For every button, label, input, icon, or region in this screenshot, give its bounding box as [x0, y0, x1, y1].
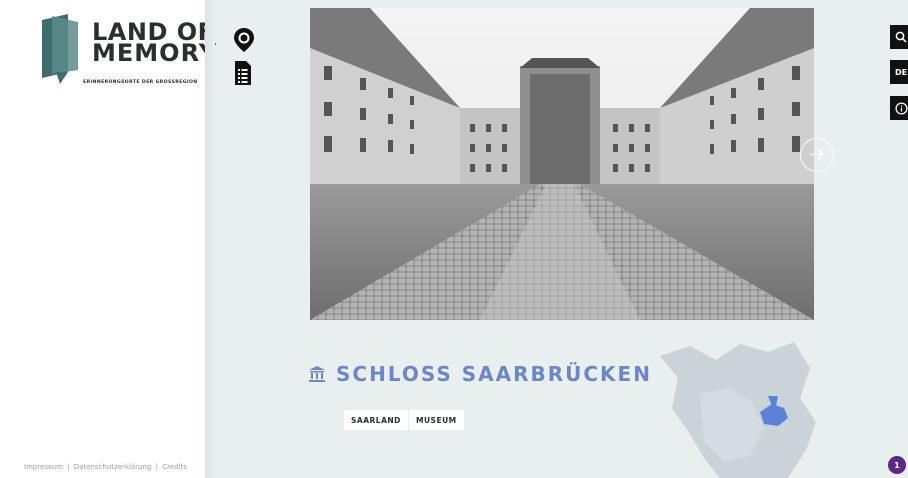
logo-line-2: MEMORY — [92, 39, 218, 67]
search-icon — [895, 31, 907, 43]
list-document-icon[interactable] — [234, 60, 256, 85]
language-switch[interactable]: DE — [890, 60, 908, 84]
next-image-button[interactable] — [800, 138, 834, 172]
logo-mark-icon — [42, 14, 78, 84]
sidebar: LAND OF MEMORY ERINNERUNGSORTE DER GROSS… — [0, 0, 216, 478]
sidebar-edge — [205, 0, 215, 478]
land-of-memory-logo[interactable]: LAND OF MEMORY ERINNERUNGSORTE DER GROSS… — [38, 14, 216, 86]
footer-separator: | — [67, 463, 70, 471]
footer-link-privacy[interactable]: Datenschutzerklärung — [74, 463, 152, 471]
place-header: SCHLOSS SAARBRÜCKEN — [308, 362, 652, 386]
info-icon — [894, 101, 908, 115]
page-title: SCHLOSS SAARBRÜCKEN — [336, 362, 652, 386]
chevron-right-icon — [810, 148, 825, 161]
logo-wordmark: LAND OF MEMORY — [92, 20, 218, 67]
tag-saarland[interactable]: SAARLAND — [344, 410, 408, 430]
footer-link-credits[interactable]: Credits — [162, 463, 187, 471]
tag-museum[interactable]: MUSEUM — [409, 410, 464, 430]
logo-subtitle: ERINNERUNGSORTE DER GROSSREGION — [83, 80, 198, 85]
footer-separator: | — [155, 463, 158, 471]
map-pin-icon[interactable] — [233, 27, 255, 52]
info-button[interactable] — [890, 96, 908, 120]
hero-photo — [310, 8, 814, 320]
region-map — [660, 342, 816, 478]
museum-icon — [309, 366, 325, 382]
footer-link-impressum[interactable]: Impressum — [24, 463, 63, 471]
search-button[interactable] — [890, 25, 908, 49]
notification-badge[interactable]: 1 — [888, 456, 906, 474]
castle-courtyard-image — [310, 8, 814, 320]
footer-links: Impressum | Datenschutzerklärung | Credi… — [24, 463, 187, 471]
